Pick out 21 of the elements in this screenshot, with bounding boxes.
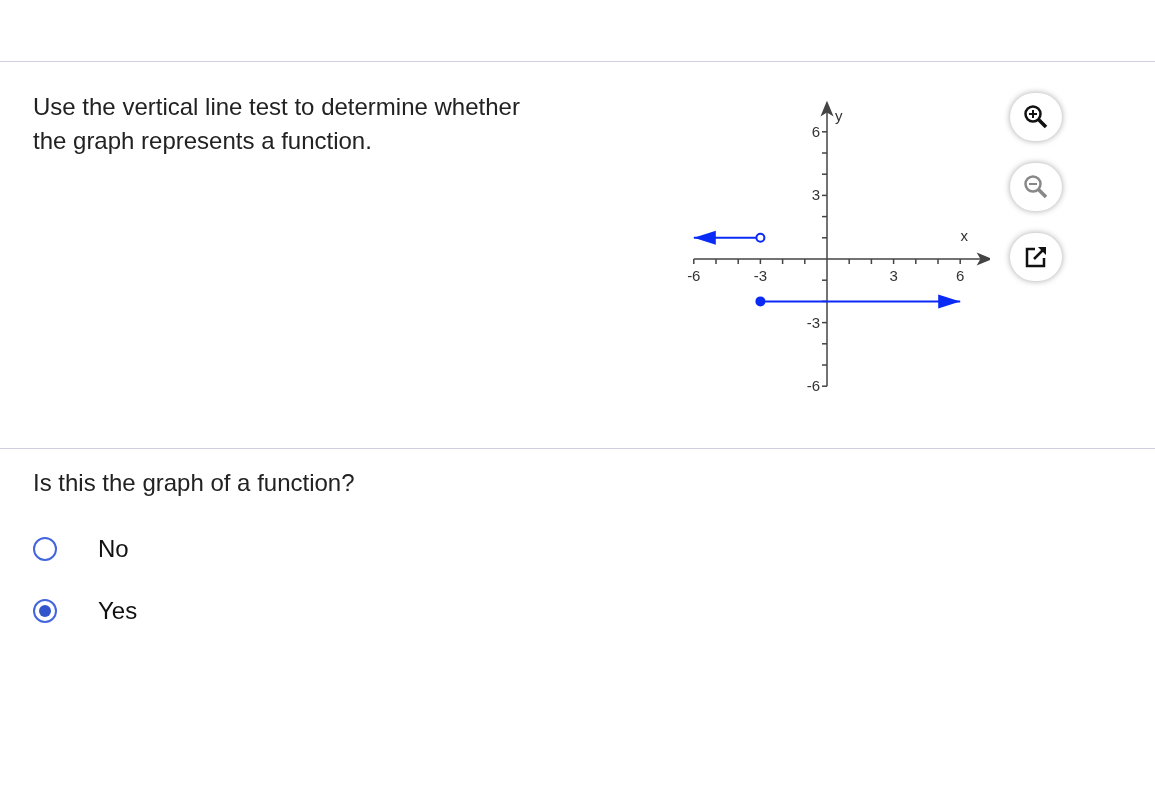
zoom-in-button[interactable] [1010, 93, 1062, 141]
tick-label: -3 [806, 313, 820, 331]
tick-label: -6 [687, 267, 701, 284]
radio-button[interactable] [33, 599, 57, 623]
tick-label: 3 [811, 186, 820, 204]
tick-label: -6 [806, 377, 820, 395]
option-label: Yes [98, 596, 138, 626]
tick-label: -3 [753, 267, 768, 284]
zoom-out-icon [1023, 174, 1049, 200]
question-text: Is this the graph of a function? [33, 468, 356, 498]
tick-label: 6 [811, 122, 820, 140]
tick-label: 6 [956, 267, 965, 284]
y-axis-label: y [835, 106, 843, 124]
instruction-text: Use the vertical line test to determine whether the graph represents a function. [33, 92, 521, 156]
popout-button[interactable] [1010, 233, 1062, 281]
zoom-in-icon [1023, 104, 1049, 130]
tick-label: 3 [889, 267, 898, 284]
radio-button[interactable] [33, 537, 57, 561]
option-label: No [98, 534, 129, 564]
external-link-icon [1024, 245, 1048, 269]
x-axis-label: x [960, 227, 968, 244]
